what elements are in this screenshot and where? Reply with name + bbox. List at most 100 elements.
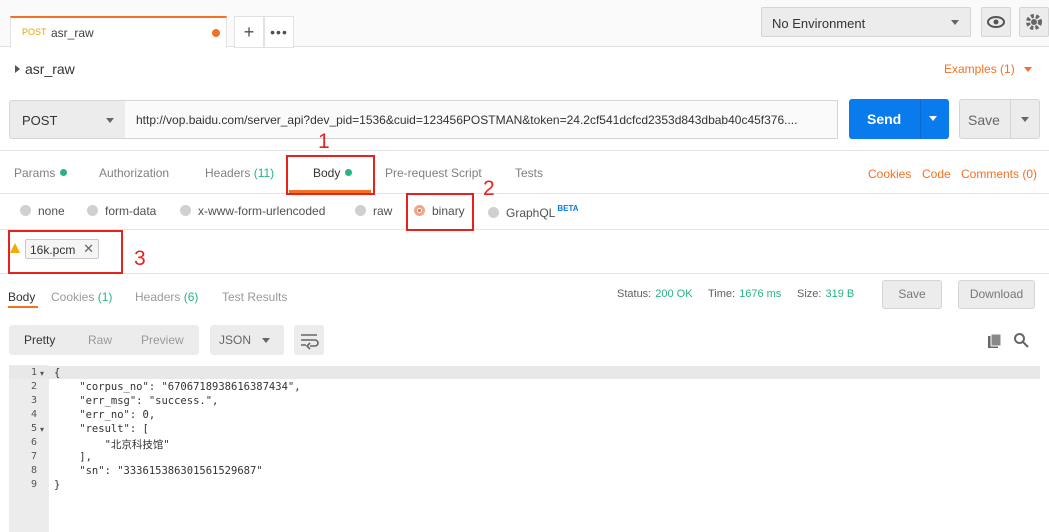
body-mode-form-data-label: form-data	[105, 204, 157, 218]
status-readout: Status: 200 OK	[617, 288, 693, 300]
fold-arrow-icon[interactable]: ▾	[40, 425, 44, 434]
code-line: "sn": "333615386301561529687"	[54, 465, 263, 477]
tab-prerequest-label: Pre-request Script	[385, 166, 482, 180]
method-select[interactable]: POST	[9, 100, 126, 139]
status-label: Status:	[617, 288, 652, 300]
response-tab-headers-count: (6)	[183, 290, 199, 304]
view-pretty[interactable]: Pretty	[24, 333, 55, 347]
size-value: 319 B	[825, 288, 855, 300]
beta-badge: BETA	[557, 204, 579, 213]
chevron-down-icon[interactable]	[929, 116, 937, 121]
send-label: Send	[867, 111, 902, 127]
tab-headers-label: Headers	[205, 166, 251, 180]
code-line: "err_msg": "success.",	[54, 395, 219, 407]
examples-dropdown[interactable]: Examples (1)	[944, 62, 1033, 76]
ellipsis-icon: •••	[270, 24, 288, 40]
params-indicator-icon	[60, 169, 68, 176]
chevron-down-icon	[951, 20, 959, 25]
collapse-caret-icon[interactable]	[15, 65, 20, 73]
code-line: ],	[54, 451, 92, 463]
format-select[interactable]: JSON	[210, 325, 284, 355]
plus-icon: +	[243, 22, 255, 42]
time-label: Time:	[708, 288, 736, 300]
code-line: "corpus_no": "6706718938616387434",	[54, 381, 301, 393]
search-button[interactable]	[1013, 332, 1029, 351]
view-raw[interactable]: Raw	[88, 333, 112, 347]
annotation-number: 2	[483, 177, 495, 200]
more-tabs-button[interactable]: •••	[264, 16, 294, 48]
code-line: }	[54, 479, 61, 491]
tab-authorization[interactable]: Authorization	[99, 166, 169, 180]
environment-quick-look-button[interactable]	[981, 7, 1011, 37]
radio-icon	[180, 205, 191, 216]
tab-tests-label: Tests	[515, 166, 544, 180]
line-number: 1	[30, 367, 37, 378]
unsaved-dot-icon	[212, 29, 220, 37]
response-tab-headers-label: Headers	[135, 290, 181, 304]
line-number: 9	[30, 479, 37, 490]
comments-link[interactable]: Comments (0)	[961, 167, 1037, 181]
body-mode-form-data[interactable]: form-data	[87, 204, 156, 218]
code-line: "err_no": 0,	[54, 409, 156, 421]
save-button[interactable]: Save	[959, 99, 1040, 139]
search-icon	[1014, 333, 1029, 348]
chevron-down-icon	[1024, 67, 1033, 72]
request-tab[interactable]: POST asr_raw	[10, 16, 227, 48]
line-number: 3	[30, 395, 37, 406]
body-mode-raw-label: raw	[373, 204, 393, 218]
tab-prerequest-script[interactable]: Pre-request Script	[385, 166, 482, 180]
eye-icon	[987, 16, 1005, 28]
radio-icon	[488, 207, 499, 218]
copy-icon	[988, 333, 1002, 348]
body-mode-urlencoded[interactable]: x-www-form-urlencoded	[180, 204, 325, 218]
environment-select[interactable]: No Environment	[761, 7, 971, 37]
download-button[interactable]: Download	[958, 280, 1035, 309]
view-preview[interactable]: Preview	[141, 333, 184, 347]
tab-tests[interactable]: Tests	[515, 166, 543, 180]
wrap-icon	[301, 334, 319, 350]
annotation-box-file	[8, 230, 123, 274]
send-button[interactable]: Send	[849, 99, 949, 139]
url-input[interactable]: http://vop.baidu.com/server_api?dev_pid=…	[125, 100, 838, 139]
tab-headers-count: (11)	[253, 166, 275, 180]
size-label: Size:	[797, 288, 822, 300]
copy-button[interactable]	[987, 333, 1003, 352]
annotation-box-body-tab	[286, 155, 375, 195]
url-text: http://vop.baidu.com/server_api?dev_pid=…	[136, 113, 798, 127]
body-mode-raw[interactable]: raw	[355, 204, 392, 218]
radio-icon	[87, 205, 98, 216]
body-mode-none-label: none	[38, 204, 65, 218]
gear-icon	[1026, 14, 1042, 30]
body-mode-none[interactable]: none	[20, 204, 65, 218]
status-value: 200 OK	[655, 288, 693, 300]
wrap-lines-button[interactable]	[294, 325, 324, 355]
annotation-number: 1	[318, 130, 330, 153]
line-number: 7	[30, 451, 37, 462]
save-response-button[interactable]: Save	[882, 280, 942, 309]
new-tab-button[interactable]: +	[234, 16, 264, 48]
send-divider	[920, 99, 921, 139]
body-mode-graphql[interactable]: GraphQL BETA	[488, 204, 579, 220]
examples-label: Examples (1)	[944, 62, 1015, 76]
divider	[0, 229, 1049, 230]
save-label: Save	[968, 112, 1000, 128]
format-label: JSON	[219, 333, 252, 347]
time-value: 1676 ms	[739, 288, 782, 300]
fold-arrow-icon[interactable]: ▾	[40, 369, 44, 378]
code-line: "result": [	[54, 423, 149, 435]
response-tab-cookies[interactable]: Cookies (1)	[51, 290, 112, 304]
chevron-down-icon[interactable]	[1021, 117, 1029, 122]
environment-label: No Environment	[772, 16, 866, 31]
tab-headers[interactable]: Headers (11)	[205, 166, 274, 180]
tab-name: asr_raw	[51, 26, 94, 40]
request-name: asr_raw	[25, 61, 75, 77]
response-tab-test-results[interactable]: Test Results	[222, 290, 287, 304]
cookies-link[interactable]: Cookies	[868, 167, 911, 181]
tab-params[interactable]: Params	[14, 166, 68, 180]
response-tab-headers[interactable]: Headers (6)	[135, 290, 198, 304]
line-number: 2	[30, 381, 37, 392]
code-link[interactable]: Code	[922, 167, 951, 181]
manage-environments-button[interactable]	[1019, 7, 1049, 37]
method-label: POST	[22, 113, 58, 128]
response-tab-body[interactable]: Body	[8, 290, 35, 304]
